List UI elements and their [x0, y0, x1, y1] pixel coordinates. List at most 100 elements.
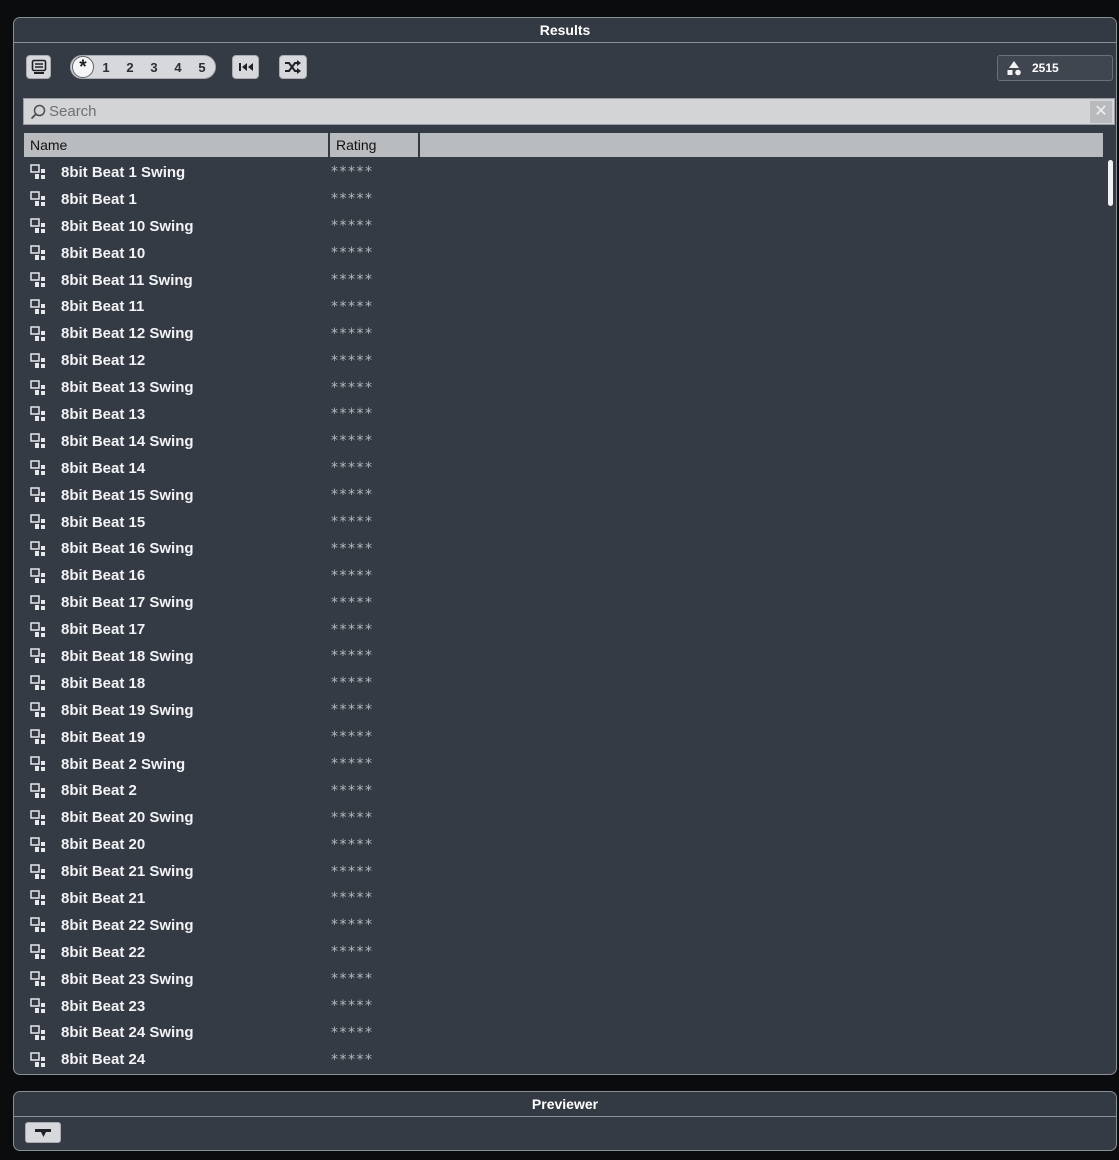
table-row[interactable]: 8bit Beat 10 Swing *****	[24, 213, 1103, 240]
row-rating[interactable]: *****	[331, 460, 374, 476]
shapes-icon	[1007, 61, 1021, 76]
row-rating[interactable]: *****	[331, 514, 374, 530]
rating-filter-3[interactable]: 3	[142, 60, 166, 75]
search-icon	[30, 104, 46, 119]
row-rating[interactable]: *****	[331, 433, 374, 449]
row-rating[interactable]: *****	[331, 783, 374, 799]
row-rating[interactable]: *****	[331, 299, 374, 315]
table-row[interactable]: 8bit Beat 12 Swing *****	[24, 320, 1103, 347]
row-rating[interactable]: *****	[331, 568, 374, 584]
row-rating[interactable]: *****	[331, 191, 374, 207]
table-row[interactable]: 8bit Beat 23 *****	[24, 993, 1103, 1020]
row-rating[interactable]: *****	[331, 164, 374, 180]
row-rating[interactable]: *****	[331, 864, 374, 880]
column-header-rating[interactable]: Rating	[330, 133, 420, 157]
scrollbar[interactable]	[1108, 160, 1113, 206]
row-rating[interactable]: *****	[331, 675, 374, 691]
table-row[interactable]: 8bit Beat 14 *****	[24, 455, 1103, 482]
pattern-preset-icon	[30, 164, 45, 180]
rating-filter-1[interactable]: 1	[94, 60, 118, 75]
rating-filter-2[interactable]: 2	[118, 60, 142, 75]
pattern-preset-icon	[30, 299, 45, 314]
rating-filter-4[interactable]: 4	[166, 60, 190, 75]
row-rating[interactable]: *****	[331, 353, 374, 369]
table-row[interactable]: 8bit Beat 13 Swing *****	[24, 374, 1103, 401]
table-row[interactable]: 8bit Beat 1 Swing *****	[24, 159, 1103, 186]
row-rating[interactable]: *****	[331, 756, 374, 772]
previewer-toggle-button[interactable]	[25, 1122, 61, 1143]
row-rating[interactable]: *****	[331, 837, 374, 853]
table-row[interactable]: 8bit Beat 21 *****	[24, 885, 1103, 912]
rating-filter-5[interactable]: 5	[190, 60, 214, 75]
table-row[interactable]: 8bit Beat 15 Swing *****	[24, 482, 1103, 509]
table-row[interactable]: 8bit Beat 17 Swing *****	[24, 589, 1103, 616]
row-rating[interactable]: *****	[331, 944, 374, 960]
close-icon[interactable]: ✕	[1090, 100, 1112, 123]
row-rating[interactable]: *****	[331, 406, 374, 422]
row-rating[interactable]: *****	[331, 998, 374, 1014]
table-row[interactable]: 8bit Beat 19 Swing *****	[24, 697, 1103, 724]
column-header-name[interactable]: Name	[24, 133, 330, 157]
table-row[interactable]: 8bit Beat 10 *****	[24, 240, 1103, 267]
asterisk-icon[interactable]: *	[72, 56, 94, 78]
row-name: 8bit Beat 14	[61, 459, 146, 477]
row-rating[interactable]: *****	[331, 1025, 374, 1041]
table-row[interactable]: 8bit Beat 21 Swing *****	[24, 858, 1103, 885]
row-rating[interactable]: *****	[331, 971, 374, 987]
table-row[interactable]: 8bit Beat 2 *****	[24, 777, 1103, 804]
table-row[interactable]: 8bit Beat 24 *****	[24, 1046, 1103, 1073]
table-row[interactable]: 8bit Beat 19 *****	[24, 724, 1103, 751]
row-rating[interactable]: *****	[331, 890, 374, 906]
row-rating[interactable]: *****	[331, 1052, 374, 1068]
pattern-preset-icon	[30, 1025, 45, 1040]
row-rating[interactable]: *****	[331, 917, 374, 933]
table-row[interactable]: 8bit Beat 17 *****	[24, 616, 1103, 643]
table-row[interactable]: 8bit Beat 15 *****	[24, 509, 1103, 536]
row-rating[interactable]: *****	[331, 218, 374, 234]
pattern-preset-icon	[30, 487, 45, 503]
view-button[interactable]	[26, 55, 51, 79]
row-name: 8bit Beat 18 Swing	[61, 647, 194, 665]
rewind-button[interactable]	[232, 55, 259, 79]
table-row[interactable]: 8bit Beat 22 *****	[24, 939, 1103, 966]
pattern-preset-icon	[30, 406, 45, 422]
table-row[interactable]: 8bit Beat 16 *****	[24, 562, 1103, 589]
table-row[interactable]: 8bit Beat 14 Swing *****	[24, 428, 1103, 455]
row-rating[interactable]: *****	[331, 622, 374, 638]
table-row[interactable]: 8bit Beat 11 *****	[24, 293, 1103, 320]
table-row[interactable]: 8bit Beat 22 Swing *****	[24, 912, 1103, 939]
row-rating[interactable]: *****	[331, 272, 374, 288]
row-rating[interactable]: *****	[331, 702, 374, 718]
row-rating[interactable]: *****	[331, 595, 374, 611]
table-row[interactable]: 8bit Beat 20 *****	[24, 831, 1103, 858]
table-row[interactable]: 8bit Beat 1 *****	[24, 186, 1103, 213]
table-row[interactable]: 8bit Beat 13 *****	[24, 401, 1103, 428]
row-rating[interactable]: *****	[331, 541, 374, 557]
table-row[interactable]: 8bit Beat 12 *****	[24, 347, 1103, 374]
row-name: 8bit Beat 21	[61, 889, 146, 907]
table-row[interactable]: 8bit Beat 18 *****	[24, 670, 1103, 697]
row-rating[interactable]: *****	[331, 326, 374, 342]
table-row[interactable]: 8bit Beat 11 Swing *****	[24, 267, 1103, 294]
row-rating[interactable]: *****	[331, 729, 374, 745]
search-input[interactable]	[46, 98, 1090, 125]
results-panel: Results * 1 2 3 4 5 2515 Search ✕ Name R…	[13, 17, 1117, 1075]
monitor-icon	[31, 59, 46, 74]
row-rating[interactable]: *****	[331, 648, 374, 664]
table-row[interactable]: 8bit Beat 18 Swing *****	[24, 643, 1103, 670]
table-row[interactable]: 8bit Beat 16 Swing *****	[24, 535, 1103, 562]
results-title: Results	[14, 18, 1116, 43]
row-rating[interactable]: *****	[331, 487, 374, 503]
shuffle-button[interactable]	[279, 55, 307, 79]
row-rating[interactable]: *****	[331, 380, 374, 396]
table-row[interactable]: 8bit Beat 23 Swing *****	[24, 966, 1103, 993]
table-row[interactable]: 8bit Beat 2 Swing *****	[24, 751, 1103, 778]
table-row[interactable]: 8bit Beat 24 Swing *****	[24, 1020, 1103, 1047]
table-row[interactable]: 8bit Beat 20 Swing *****	[24, 804, 1103, 831]
row-name: 8bit Beat 17 Swing	[61, 594, 194, 612]
result-count: 2515	[997, 55, 1113, 81]
previewer-panel: Previewer	[13, 1091, 1117, 1151]
row-name: 8bit Beat 22 Swing	[61, 916, 194, 934]
row-rating[interactable]: *****	[331, 245, 374, 261]
row-rating[interactable]: *****	[331, 810, 374, 826]
